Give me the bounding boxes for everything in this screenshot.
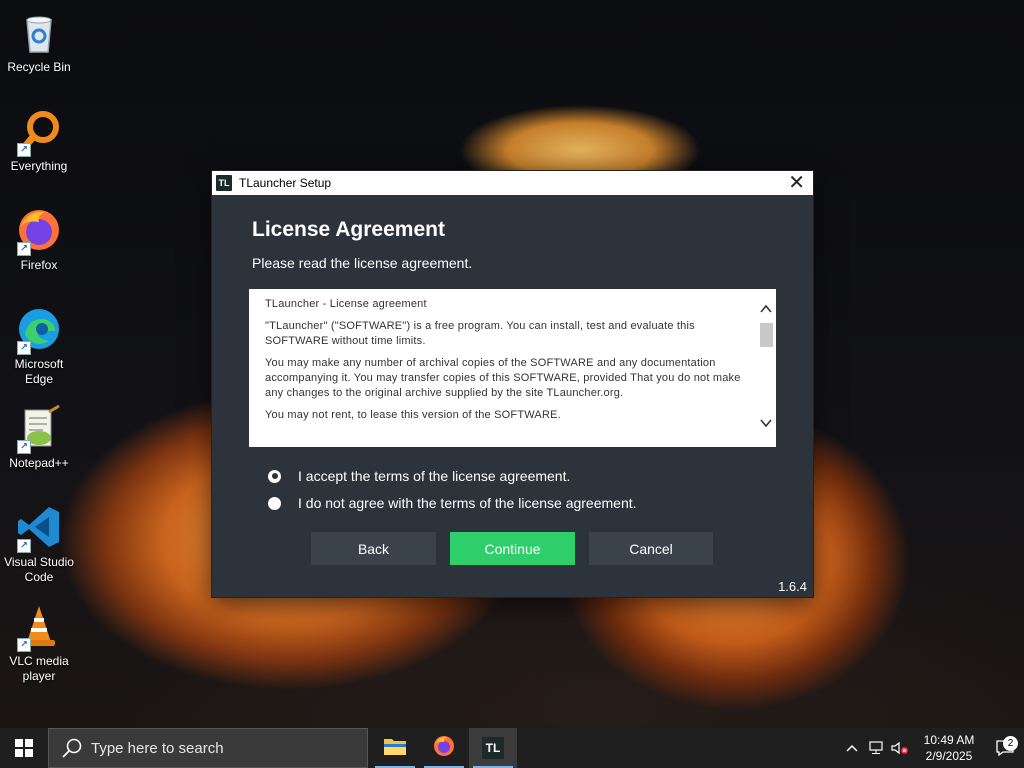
scroll-down-icon[interactable] (758, 417, 774, 431)
decline-radio[interactable] (268, 496, 281, 510)
system-tray: 10:49 AM 2/9/2025 2 (840, 728, 1024, 768)
desktop-icon-label: VLC media player (9, 654, 69, 683)
notification-center-button[interactable]: 2 (986, 736, 1024, 757)
close-button[interactable]: ✕ (788, 172, 805, 194)
taskbar-file-explorer[interactable] (371, 728, 419, 768)
license-paragraph: You may not rent, to lease this version … (265, 409, 561, 421)
taskbar-firefox[interactable] (420, 728, 468, 768)
vlc-cone-icon: ↗ (15, 602, 63, 652)
tlauncher-logo-icon: TL (216, 175, 232, 191)
page-heading: License Agreement (252, 218, 445, 241)
clock-date: 2/9/2025 (925, 749, 973, 763)
shortcut-arrow-icon: ↗ (17, 242, 31, 256)
taskbar-tlauncher[interactable]: TL (469, 728, 517, 768)
desktop-icon-vscode[interactable]: ↗ Visual Studio Code (3, 497, 75, 585)
desktop-icon-label: Microsoft Edge (14, 357, 64, 386)
recycle-bin-icon (15, 8, 63, 56)
desktop-icon-everything[interactable]: ↗ Everything (3, 101, 75, 174)
chevron-up-icon[interactable] (840, 728, 864, 768)
firefox-icon (432, 734, 456, 763)
tlauncher-icon: TL (482, 737, 504, 759)
desktop-icon-edge[interactable]: ↗ Microsoft Edge (3, 299, 75, 387)
shortcut-arrow-icon: ↗ (17, 638, 31, 652)
cancel-button[interactable]: Cancel (589, 532, 713, 565)
edge-icon: ↗ (15, 305, 63, 355)
start-button[interactable] (0, 728, 48, 768)
notification-count-badge: 2 (1003, 736, 1018, 751)
desktop-icon-recycle-bin[interactable]: Recycle Bin (3, 2, 75, 75)
accept-label: I accept the terms of the license agreem… (298, 468, 571, 484)
search-icon (61, 737, 83, 759)
continue-button[interactable]: Continue (450, 532, 575, 565)
license-text: TLauncher - License agreement "TLauncher… (265, 297, 745, 430)
network-icon[interactable] (864, 728, 888, 768)
accept-option[interactable]: I accept the terms of the license agreem… (268, 468, 570, 484)
volume-muted-icon[interactable] (888, 728, 912, 768)
search-placeholder: Type here to search (91, 739, 224, 757)
vscode-icon: ↗ (15, 503, 63, 553)
back-button[interactable]: Back (311, 532, 436, 565)
license-paragraph: "TLauncher" ("SOFTWARE") is a free progr… (265, 320, 695, 347)
accept-radio[interactable] (268, 469, 281, 483)
taskbar-clock[interactable]: 10:49 AM 2/9/2025 (912, 732, 986, 764)
desktop-icon-notepad-plus-plus[interactable]: ↗ Notepad++ (3, 398, 75, 471)
desktop-icon-label: Everything (10, 159, 68, 173)
folder-icon (383, 735, 407, 762)
windows-logo-icon (15, 739, 33, 757)
taskbar-search-box[interactable]: Type here to search (48, 728, 368, 768)
everything-search-icon: ↗ (15, 107, 63, 157)
page-subheading: Please read the license agreement. (252, 255, 473, 271)
notepad-plus-plus-icon: ↗ (15, 404, 63, 454)
decline-option[interactable]: I do not agree with the terms of the lic… (268, 495, 637, 511)
firefox-icon: ↗ (15, 206, 63, 256)
license-paragraph: You may make any number of archival copi… (265, 357, 741, 399)
desktop-icon-label: Firefox (20, 258, 58, 272)
desktop-icon-label: Visual Studio Code (4, 555, 74, 584)
dialog-title: TLauncher Setup (239, 176, 332, 190)
tlauncher-setup-dialog: TL TLauncher Setup ✕ License Agreement P… (211, 170, 814, 598)
shortcut-arrow-icon: ↗ (17, 539, 31, 553)
license-text-area[interactable]: TLauncher - License agreement "TLauncher… (249, 289, 776, 447)
scroll-up-icon[interactable] (758, 303, 774, 317)
desktop-icon-label: Recycle Bin (7, 60, 71, 74)
taskbar: Type here to search TL 10:49 AM 2/9/2025… (0, 728, 1024, 768)
desktop-icon-label: Notepad++ (9, 456, 69, 470)
decline-label: I do not agree with the terms of the lic… (298, 495, 637, 511)
license-paragraph: TLauncher - License agreement (265, 298, 427, 310)
desktop-icon-vlc[interactable]: ↗ VLC media player (3, 596, 75, 684)
dialog-titlebar[interactable]: TL TLauncher Setup ✕ (212, 171, 813, 195)
shortcut-arrow-icon: ↗ (17, 440, 31, 454)
shortcut-arrow-icon: ↗ (17, 143, 31, 157)
version-label: 1.6.4 (778, 579, 807, 594)
clock-time: 10:49 AM (923, 733, 975, 747)
desktop-icon-firefox[interactable]: ↗ Firefox (3, 200, 75, 273)
scrollbar-thumb[interactable] (760, 323, 773, 347)
shortcut-arrow-icon: ↗ (17, 341, 31, 355)
